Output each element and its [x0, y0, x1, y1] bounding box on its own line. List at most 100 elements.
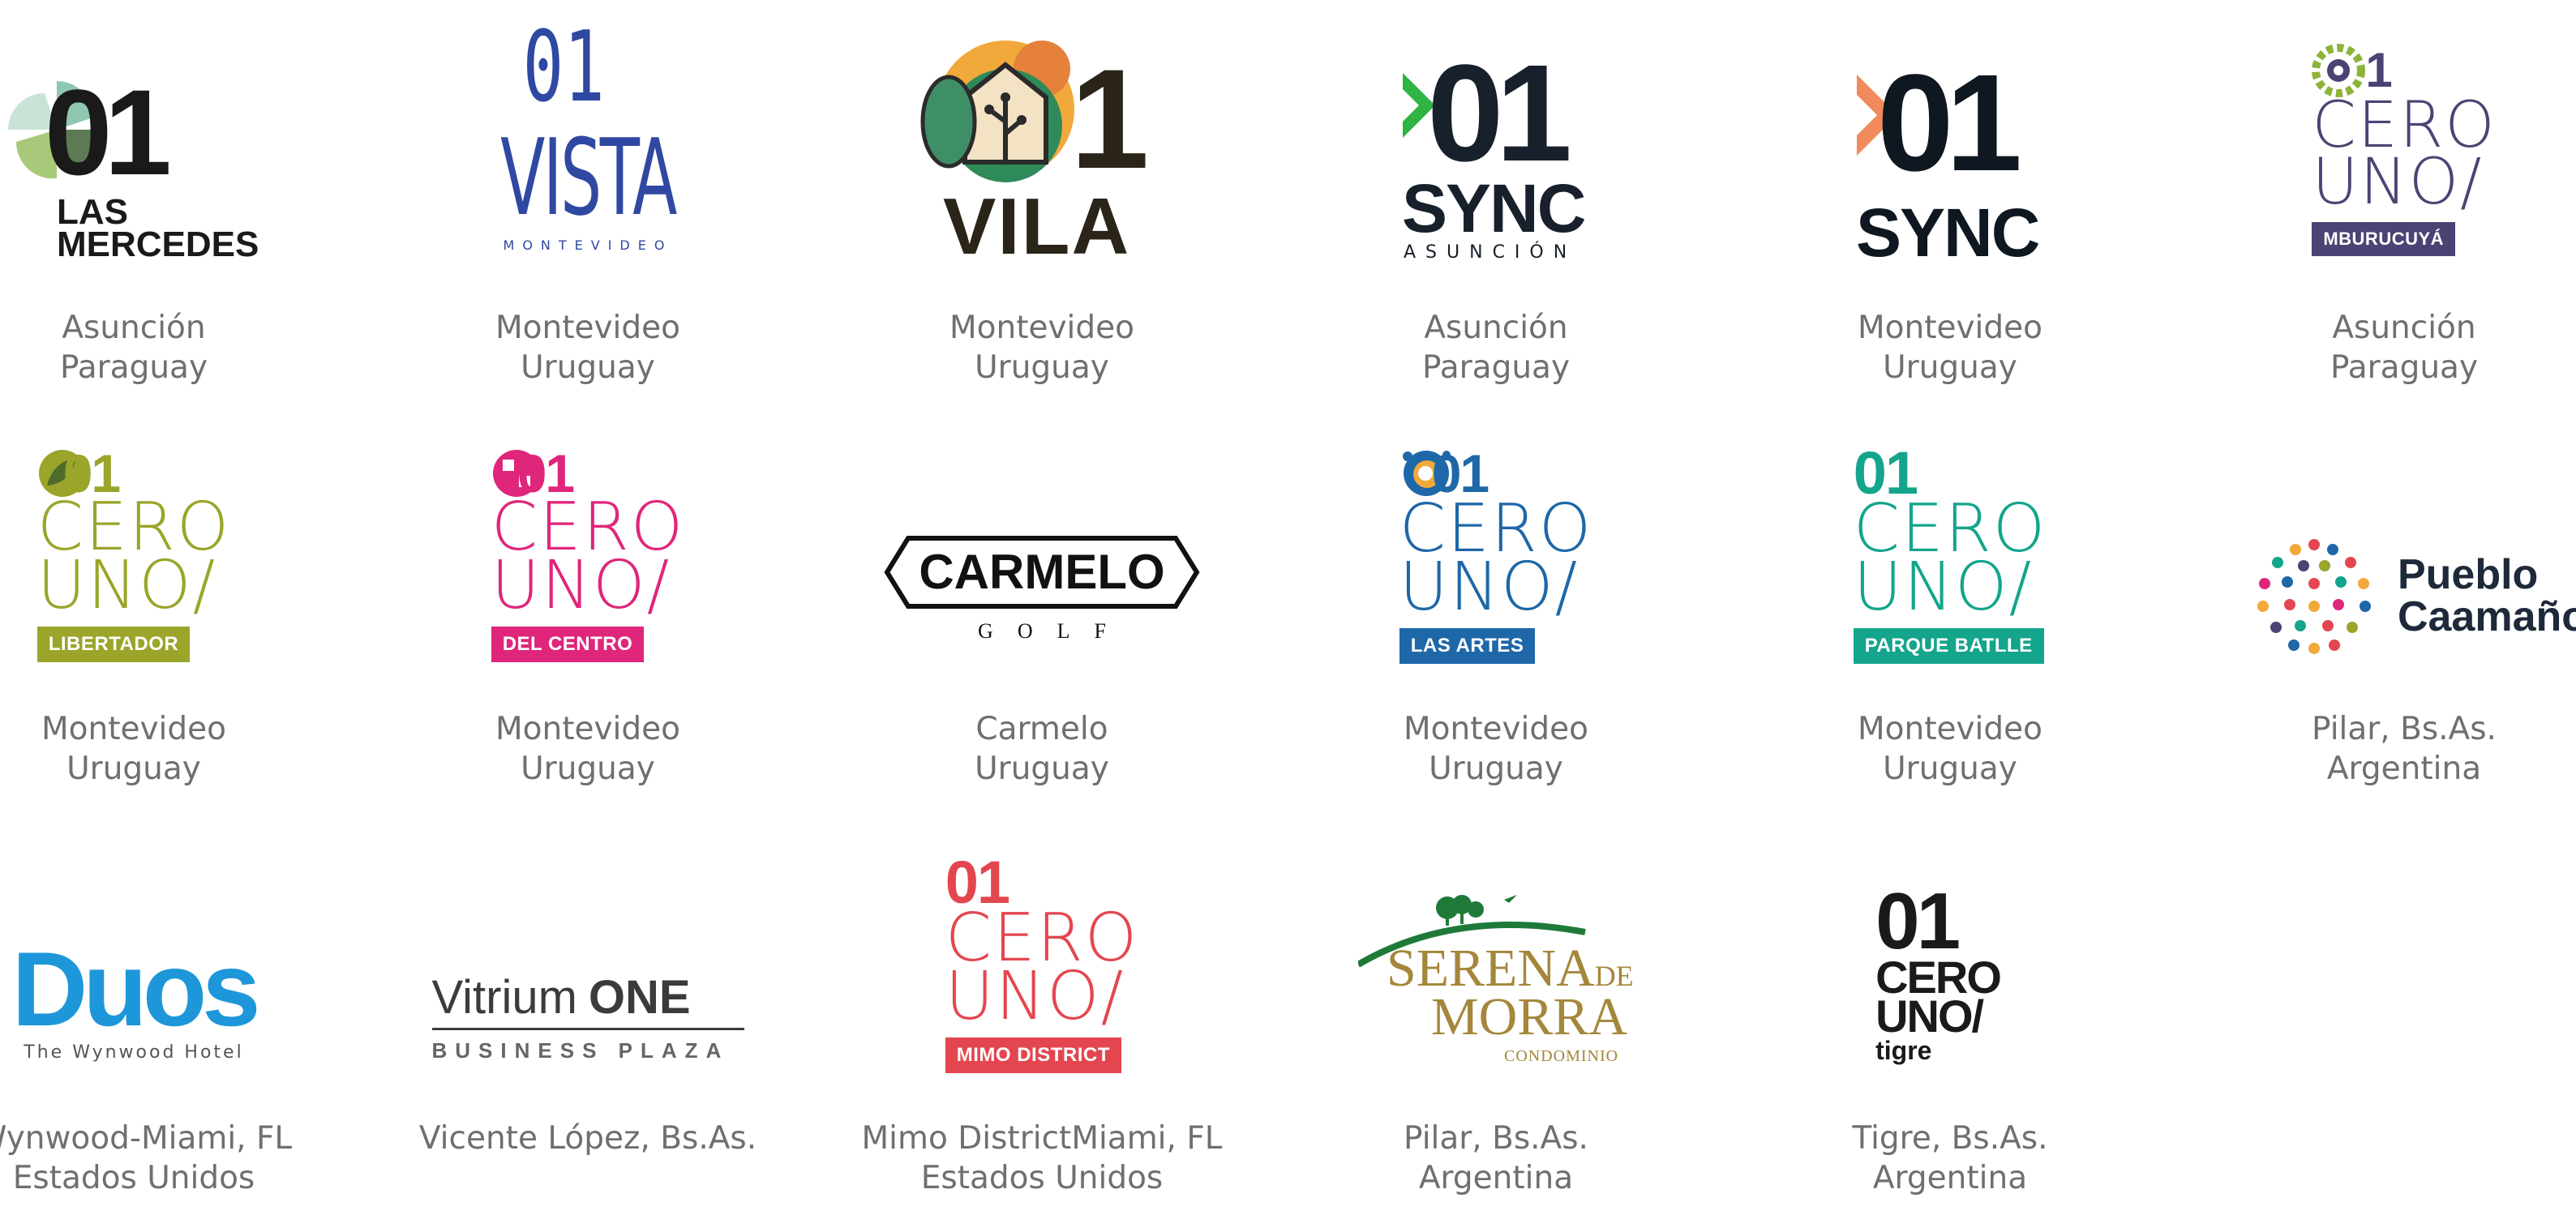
location-caption: Montevideo Uruguay	[361, 308, 815, 387]
logo-name: VILA	[943, 182, 1131, 271]
logo-parque-batlle: 01 CERO UNO/ PARQUE BATLLE	[1723, 438, 2177, 673]
city-label: Montevideo	[1857, 310, 2043, 346]
logo-tag: DEL CENTRO	[491, 627, 645, 662]
logo-del-centro: 01 CERO UNO/ DEL CENTRO	[361, 438, 815, 673]
country-label: Argentina	[1872, 1160, 2028, 1196]
country-label: Paraguay	[2330, 349, 2479, 386]
logo-tigre: 01 CERO UNO/ tigre	[1723, 876, 2177, 1078]
location-caption: Asunción Paraguay	[1269, 308, 1723, 387]
city-label: Asunción	[2332, 310, 2476, 346]
location-caption: Montevideo Uruguay	[1723, 709, 2177, 789]
location-caption: Pilar, Bs.As. Argentina	[1269, 1119, 1723, 1198]
country-label: Uruguay	[975, 349, 1109, 386]
logo-number: 01	[522, 11, 605, 124]
location-caption: Montevideo Uruguay	[815, 308, 1269, 387]
logo-sync-montevideo: 01 SYNC	[1723, 32, 2177, 267]
logo-mimo-district: 01 CERO UNO/ MIMO DISTRICT	[815, 851, 1269, 1078]
city-label: Montevideo	[41, 711, 227, 747]
country-label: Paraguay	[59, 349, 208, 386]
logo-sync-asuncion: 01 SYNC ASUNCIÓN	[1269, 32, 1723, 267]
logo-subtitle: ASUNCIÓN	[1404, 242, 1577, 263]
logo-line-2: MORRA	[1431, 987, 1628, 1046]
logo-number: 1	[1070, 41, 1150, 199]
logo-las-mercedes: 01 LAS MERCEDES	[0, 24, 361, 267]
city-label: Pilar, Bs.As.	[2312, 711, 2497, 747]
country-label: Estados Unidos	[920, 1160, 1164, 1196]
city-label: Pilar, Bs.As.	[1404, 1120, 1588, 1157]
logo-name: Vitrium	[431, 971, 577, 1024]
logo-number: 01	[45, 64, 172, 200]
logo-vista: 01 VISTA MONTEVIDEO	[361, 0, 815, 267]
logo-vitrium-one: Vitrium ONE BUSINESS PLAZA	[361, 973, 815, 1078]
city-label: Montevideo	[1857, 711, 2043, 747]
location-caption: Montevideo Uruguay	[1269, 709, 1723, 789]
country-label: Uruguay	[521, 349, 655, 386]
location-caption: Montevideo Uruguay	[0, 709, 361, 789]
logo-name: CARMELO	[919, 545, 1165, 599]
logo-name: SYNC	[1856, 195, 2040, 271]
logo-las-artes: 01 CERO UNO/ LAS ARTES	[1269, 438, 1723, 673]
country-label: Uruguay	[975, 751, 1109, 787]
country-label: Uruguay	[1429, 751, 1563, 787]
logo-name: SYNC	[1402, 170, 1586, 246]
logo-name: VISTA	[500, 115, 677, 239]
country-label: Uruguay	[66, 751, 201, 787]
logo-subtitle: CONDOMINIO	[1504, 1047, 1619, 1065]
logo-subtitle: GOLF	[978, 619, 1130, 643]
logo-number: 1	[2365, 43, 2392, 97]
logo-subtitle: The Wynwood Hotel	[24, 1042, 244, 1063]
city-label: Wynwood-Miami, FL	[0, 1120, 293, 1157]
logo-word-uno: UNO/	[2312, 146, 2484, 219]
country-label: Uruguay	[521, 751, 655, 787]
logo-line-1: Pueblo	[2397, 551, 2539, 598]
location-caption: Asunción Paraguay	[2177, 308, 2576, 387]
dot-cluster-icon	[2257, 539, 2371, 654]
location-caption: Montevideo Uruguay	[361, 709, 815, 789]
city-label: Montevideo	[495, 310, 681, 346]
city-label: Montevideo	[949, 310, 1135, 346]
logo-divider	[431, 1028, 744, 1030]
location-caption: Mimo DistrictMiami, FL Estados Unidos	[815, 1119, 1269, 1198]
city-label: Montevideo	[1403, 711, 1589, 747]
city-label: Carmelo	[975, 711, 1108, 747]
logo-serena-de-morra: SERENADE MORRA CONDOMINIO	[1269, 883, 1723, 1078]
logo-pueblo-caamano: Pueblo Caamaño	[2177, 535, 2576, 665]
logo-line-2: MERCEDES	[57, 225, 259, 264]
city-label: Asunción	[1424, 310, 1568, 346]
country-label: Paraguay	[1421, 349, 1571, 386]
location-caption: Vicente López, Bs.As.	[361, 1119, 815, 1158]
logo-tag: LAS ARTES	[1399, 628, 1536, 664]
logo-name: Duos	[11, 930, 261, 1048]
logo-word-uno: UNO/	[1875, 990, 1984, 1042]
logo-word-uno: UNO/	[491, 547, 671, 624]
logo-libertador: 01 CERO UNO/ LIBERTADOR	[0, 438, 361, 673]
logo-tag: LIBERTADOR	[36, 627, 191, 662]
city-label: Mimo DistrictMiami, FL	[861, 1120, 1223, 1157]
logo-number: 01	[1427, 36, 1572, 190]
logo-word-uno: UNO/	[1853, 549, 2034, 626]
logo-subtitle: BUSINESS PLAZA	[431, 1038, 730, 1063]
city-label: Montevideo	[495, 711, 681, 747]
logo-word-uno: UNO/	[36, 547, 217, 624]
logo-number: 01	[1875, 876, 1961, 965]
country-label: Argentina	[2326, 751, 2482, 787]
logo-subtitle: tigre	[1875, 1036, 1932, 1065]
city-label: Tigre, Bs.As.	[1852, 1120, 2048, 1157]
logo-word-uno: UNO/	[945, 958, 1125, 1035]
location-caption: Tigre, Bs.As. Argentina	[1723, 1119, 2177, 1198]
logo-line-2: Caamaño	[2397, 593, 2576, 640]
country-label: Argentina	[1418, 1160, 1574, 1196]
location-caption: Carmelo Uruguay	[815, 709, 1269, 789]
country-label: Uruguay	[1883, 751, 2017, 787]
logo-tag: MIMO DISTRICT	[945, 1037, 1121, 1073]
house-tree-icon	[920, 41, 1074, 182]
logo-number: 01	[1877, 46, 2022, 200]
country-label: Estados Unidos	[12, 1160, 255, 1196]
logo-carmelo-golf: CARMELO GOLF	[815, 535, 1269, 657]
location-caption: Montevideo Uruguay	[1723, 308, 2177, 387]
logo-tag: PARQUE BATLLE	[1853, 628, 2044, 664]
logo-vila: 1 VILA	[815, 24, 1269, 267]
city-label: Asunción	[62, 310, 206, 346]
location-caption: Asunción Paraguay	[0, 308, 361, 387]
location-caption: Pilar, Bs.As. Argentina	[2177, 709, 2576, 789]
